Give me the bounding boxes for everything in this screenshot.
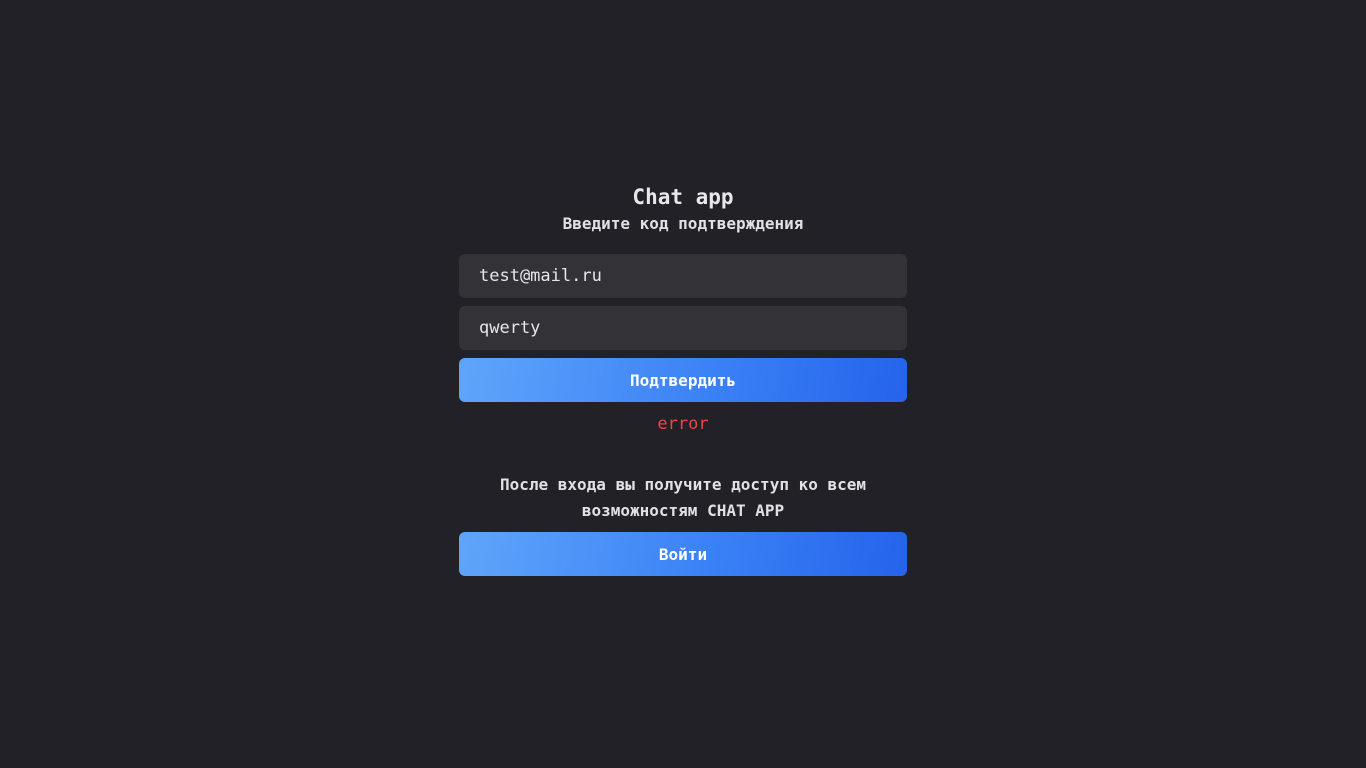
verification-code-field[interactable] bbox=[459, 306, 907, 350]
info-text: После входа вы получите доступ ко всем в… bbox=[499, 475, 867, 520]
verification-card: Chat app Введите код подтверждения Подтв… bbox=[459, 184, 907, 576]
login-button[interactable]: Войти bbox=[459, 532, 907, 576]
error-message: error bbox=[657, 414, 709, 434]
email-field[interactable] bbox=[459, 254, 907, 298]
app-title: Chat app bbox=[632, 185, 734, 209]
confirm-button[interactable]: Подтвердить bbox=[459, 358, 907, 402]
page: Chat app Введите код подтверждения Подтв… bbox=[0, 0, 1366, 768]
page-subtitle: Введите код подтверждения bbox=[562, 214, 804, 233]
